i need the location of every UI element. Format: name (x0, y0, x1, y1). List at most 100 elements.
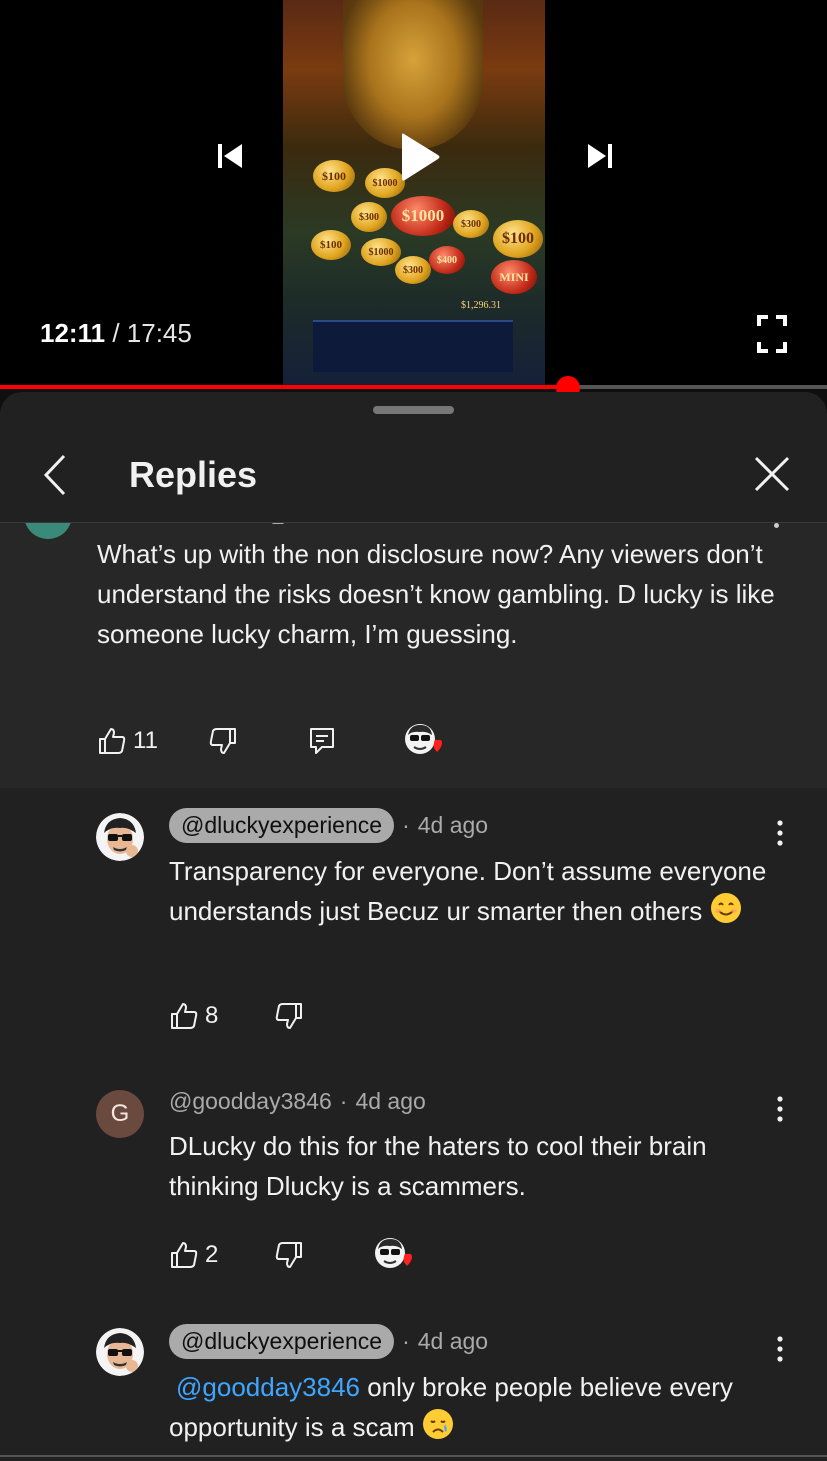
meta-dot: · (402, 1328, 410, 1354)
play-icon (402, 133, 440, 181)
previous-icon (218, 144, 242, 168)
thumb-down-icon (276, 1242, 303, 1268)
time-separator: / (112, 318, 120, 348)
coin: $300 (453, 210, 489, 238)
comment-text: What’s up with the non disclosure now? A… (97, 539, 775, 649)
author-handle[interactable]: @goodday3846 (169, 1088, 332, 1115)
coin: $300 (395, 256, 431, 284)
sheet-title: Replies (129, 454, 258, 495)
comment-actions: 11 (97, 723, 444, 759)
avatar[interactable]: G (96, 1090, 144, 1138)
avatar[interactable] (96, 813, 144, 861)
comment-meta: @dluckyexperience · 4d ago (169, 1324, 488, 1359)
next-icon (588, 144, 612, 168)
sheet-header: Replies (0, 422, 827, 523)
comment-text: @goodday3846 only broke people believe e… (169, 1367, 789, 1451)
reply-item: G @goodday3846 · 4d ago DLucky do this f… (0, 1068, 827, 1318)
author-handle-fragment (272, 523, 284, 524)
comment-age: 4d ago (417, 1328, 489, 1354)
meta-dot: · (339, 1088, 348, 1114)
memoji-avatar-icon (96, 813, 144, 861)
coin: $400 (429, 246, 465, 274)
avatar[interactable] (96, 1328, 144, 1376)
dislike-button[interactable] (208, 726, 238, 756)
comment-body: Transparency for everyone. Don’t assume … (169, 856, 767, 926)
dislike-button[interactable] (274, 1240, 304, 1270)
thumb-up-icon (99, 728, 126, 754)
smile-emoji-icon (710, 892, 742, 935)
video-thumbnail: $100 $1000 $300 $1000 $300 $100 $100 $10… (283, 0, 545, 388)
comment-actions: 8 (169, 1001, 304, 1031)
progress-bar[interactable] (0, 385, 827, 389)
memoji-avatar-icon (96, 1328, 144, 1376)
comment-text: Transparency for everyone. Don’t assume … (169, 851, 789, 935)
back-button[interactable] (36, 450, 76, 500)
like-count: 8 (205, 1002, 219, 1029)
more-button[interactable] (770, 1094, 790, 1124)
thumb-up-icon (171, 1003, 198, 1029)
reply-item: @dluckyexperience · 4d ago @goodday3846 … (0, 1318, 827, 1461)
coin: $300 (351, 202, 387, 232)
fullscreen-button[interactable] (752, 312, 792, 356)
creator-handle-badge[interactable]: @dluckyexperience (169, 1324, 395, 1359)
coin: MINI (491, 260, 537, 294)
creator-avatar-icon (375, 1238, 413, 1268)
meta-dot: · (402, 812, 410, 838)
current-time: 12:11 (40, 318, 106, 348)
like-button[interactable]: 2 (169, 1240, 218, 1270)
reply-item: @dluckyexperience · 4d ago Transparency … (0, 788, 827, 1068)
like-count: 11 (133, 727, 158, 754)
mention-link[interactable]: @goodday3846 (176, 1372, 360, 1402)
more-vert-icon (777, 820, 783, 846)
more-vert-icon (777, 1096, 783, 1122)
more-vert-icon (777, 1336, 783, 1362)
coin: $1000 (391, 196, 455, 236)
play-button[interactable] (392, 126, 448, 188)
coin: $100 (493, 220, 543, 258)
close-button[interactable] (748, 450, 796, 498)
parent-comment: H What’s up with the non disclosure now?… (0, 523, 827, 788)
drag-handle[interactable] (373, 406, 454, 414)
thumb-down-icon (276, 1003, 303, 1029)
thumbnail-panel (313, 320, 513, 372)
coin: $1000 (361, 238, 401, 266)
progress-played (0, 385, 569, 389)
next-button[interactable] (580, 136, 620, 176)
bottom-divider (0, 1455, 827, 1457)
comment-meta: @goodday3846 · 4d ago (169, 1088, 426, 1115)
creator-handle-badge[interactable]: @dluckyexperience (169, 808, 395, 843)
back-arrow-icon (43, 454, 66, 496)
comment-age: 4d ago (417, 812, 489, 838)
video-player[interactable]: $100 $1000 $300 $1000 $300 $100 $100 $10… (0, 0, 827, 388)
like-button[interactable]: 11 (97, 726, 158, 756)
previous-button[interactable] (210, 136, 250, 176)
creator-avatar-icon (404, 724, 442, 754)
duration: 17:45 (126, 318, 192, 348)
comment-actions: 2 (169, 1237, 414, 1273)
dislike-button[interactable] (274, 1001, 304, 1031)
more-button[interactable] (770, 1334, 790, 1364)
replies-sheet: Replies H What’s up with the non disclos… (0, 392, 827, 1461)
more-button[interactable] (770, 818, 790, 848)
creator-heart-icon (404, 723, 444, 759)
like-count: 2 (205, 1241, 219, 1268)
crying-emoji-icon (422, 1408, 454, 1451)
coin: $100 (313, 160, 355, 192)
reply-icon (309, 728, 334, 754)
comment-meta: @dluckyexperience · 4d ago (169, 808, 488, 843)
creator-heart-icon (374, 1237, 414, 1273)
more-vert-icon[interactable] (774, 523, 779, 528)
fullscreen-icon (757, 315, 787, 353)
like-button[interactable]: 8 (169, 1001, 218, 1031)
comment-age: 4d ago (355, 1088, 426, 1114)
replies-list[interactable]: H What’s up with the non disclosure now?… (0, 523, 827, 1461)
avatar[interactable]: H (24, 523, 72, 539)
comment-text: DLucky do this for the haters to cool th… (169, 1131, 707, 1201)
time-display: 12:11 / 17:45 (40, 318, 192, 349)
coin: $100 (311, 230, 351, 260)
thumbnail-jackpot-text: $1,296.31 (461, 300, 501, 311)
reply-button[interactable] (308, 726, 336, 756)
close-icon (754, 456, 790, 492)
thumb-down-icon (209, 728, 236, 754)
thumb-up-icon (171, 1242, 198, 1268)
